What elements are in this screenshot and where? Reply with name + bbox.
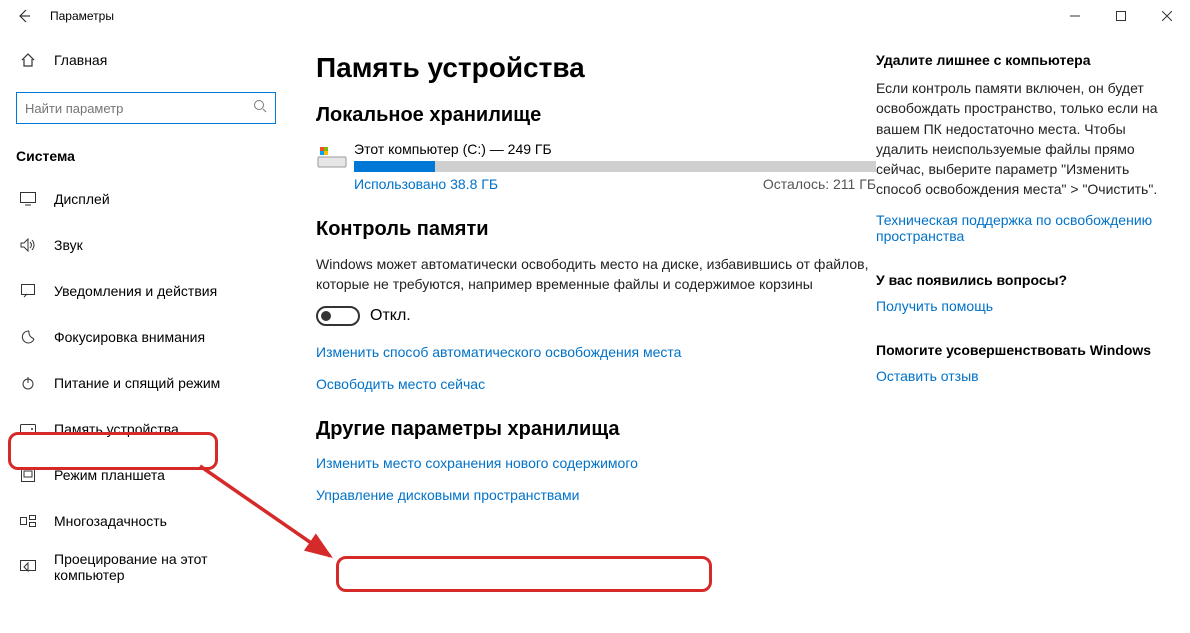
sidebar-item-tablet[interactable]: Режим планшета <box>16 452 276 498</box>
aside-column: Удалите лишнее с компьютера Если контрол… <box>876 52 1166 633</box>
multitasking-icon <box>16 515 40 527</box>
link-free-now[interactable]: Освободить место сейчас <box>316 376 876 392</box>
storage-sense-heading: Контроль памяти <box>316 218 876 241</box>
sidebar-item-focus[interactable]: Фокусировка внимания <box>16 314 276 360</box>
aside-feedback-title: Помогите усовершенствовать Windows <box>876 342 1166 358</box>
aside-help-link[interactable]: Получить помощь <box>876 298 1166 314</box>
sidebar-item-notifications[interactable]: Уведомления и действия <box>16 268 276 314</box>
search-icon <box>253 99 267 118</box>
main-column: Память устройства Локальное хранилище Эт… <box>316 52 876 633</box>
titlebar: Параметры <box>0 0 1190 32</box>
page-title: Память устройства <box>316 52 876 84</box>
group-title: Система <box>16 148 276 164</box>
nav-list: Дисплей Звук Уведомления и действия Фоку… <box>16 176 276 590</box>
projecting-icon <box>16 560 40 574</box>
sidebar-item-sound[interactable]: Звук <box>16 222 276 268</box>
sidebar-item-multitasking[interactable]: Многозадачность <box>16 498 276 544</box>
link-manage-storage-spaces[interactable]: Управление дисковыми пространствами <box>316 487 876 503</box>
search-input[interactable] <box>16 92 276 124</box>
drive-free: Осталось: 211 ГБ <box>763 176 876 192</box>
aside-feedback-link[interactable]: Оставить отзыв <box>876 368 1166 384</box>
notifications-icon <box>16 284 40 298</box>
sidebar-item-projecting[interactable]: Проецирование на этот компьютер <box>16 544 276 590</box>
content-area: Память устройства Локальное хранилище Эт… <box>292 32 1190 633</box>
aside-cleanup-title: Удалите лишнее с компьютера <box>876 52 1166 68</box>
sidebar-item-label: Проецирование на этот компьютер <box>54 551 276 583</box>
sidebar-item-label: Фокусировка внимания <box>54 329 276 345</box>
sidebar-item-display[interactable]: Дисплей <box>16 176 276 222</box>
storage-sense-desc: Windows может автоматически освободить м… <box>316 255 876 294</box>
window-controls <box>1052 0 1190 32</box>
local-storage-heading: Локальное хранилище <box>316 104 876 127</box>
sidebar-item-label: Звук <box>54 237 276 253</box>
display-icon <box>16 192 40 206</box>
drive-body: Этот компьютер (C:) — 249 ГБ Использован… <box>354 141 876 192</box>
toggle-label: Откл. <box>370 307 411 325</box>
sidebar-item-power[interactable]: Питание и спящий режим <box>16 360 276 406</box>
back-button[interactable] <box>10 2 38 30</box>
sidebar-item-label: Режим планшета <box>54 467 276 483</box>
drive-icon <box>316 141 354 192</box>
window-title: Параметры <box>50 9 114 23</box>
maximize-button[interactable] <box>1098 0 1144 32</box>
sidebar-item-label: Дисплей <box>54 191 276 207</box>
other-storage-heading: Другие параметры хранилища <box>316 418 876 441</box>
drive-used[interactable]: Использовано 38.8 ГБ <box>354 176 498 192</box>
sidebar-item-storage[interactable]: Память устройства <box>16 406 276 452</box>
home-icon <box>16 52 40 68</box>
aside-cleanup-text: Если контроль памяти включен, он будет о… <box>876 78 1166 200</box>
sidebar-item-label: Уведомления и действия <box>54 283 276 299</box>
search-field[interactable] <box>25 101 267 116</box>
aside-cleanup-link[interactable]: Техническая поддержка по освобождению пр… <box>876 212 1166 244</box>
minimize-button[interactable] <box>1052 0 1098 32</box>
drive-progress <box>354 161 876 172</box>
sound-icon <box>16 238 40 252</box>
aside-questions-title: У вас появились вопросы? <box>876 272 1166 288</box>
storage-sense-toggle[interactable] <box>316 306 360 326</box>
sidebar-item-label: Питание и спящий режим <box>54 375 276 391</box>
sidebar-item-label: Память устройства <box>54 421 276 437</box>
focus-icon <box>16 330 40 344</box>
tablet-icon <box>16 468 40 482</box>
home-link[interactable]: Главная <box>16 40 276 80</box>
drive-progress-fill <box>354 161 435 172</box>
link-change-auto-free[interactable]: Изменить способ автоматического освобожд… <box>316 344 876 360</box>
link-change-save-location[interactable]: Изменить место сохранения нового содержи… <box>316 455 876 471</box>
home-label: Главная <box>54 52 107 68</box>
sidebar-item-label: Многозадачность <box>54 513 276 529</box>
storage-icon <box>16 424 40 434</box>
drive-row[interactable]: Этот компьютер (C:) — 249 ГБ Использован… <box>316 141 876 192</box>
power-icon <box>16 376 40 390</box>
sidebar: Главная Система Дисплей Звук Уведомления… <box>0 32 292 633</box>
drive-title: Этот компьютер (C:) — 249 ГБ <box>354 141 876 157</box>
close-button[interactable] <box>1144 0 1190 32</box>
